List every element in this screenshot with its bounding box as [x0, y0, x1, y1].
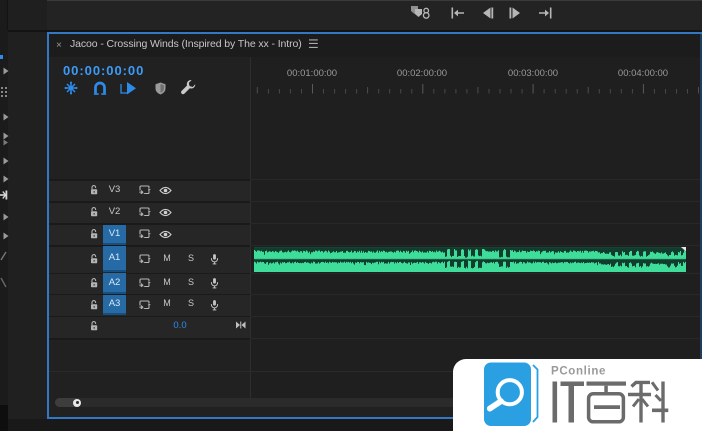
svg-text:00:02:00:00: 00:02:00:00: [397, 68, 447, 79]
svg-text:00:01:00:00: 00:01:00:00: [287, 68, 337, 79]
svg-text:PConline: PConline: [551, 365, 606, 377]
svg-text:00:03:00:00: 00:03:00:00: [508, 68, 558, 79]
svg-text:00:04:00:00: 00:04:00:00: [618, 68, 668, 79]
